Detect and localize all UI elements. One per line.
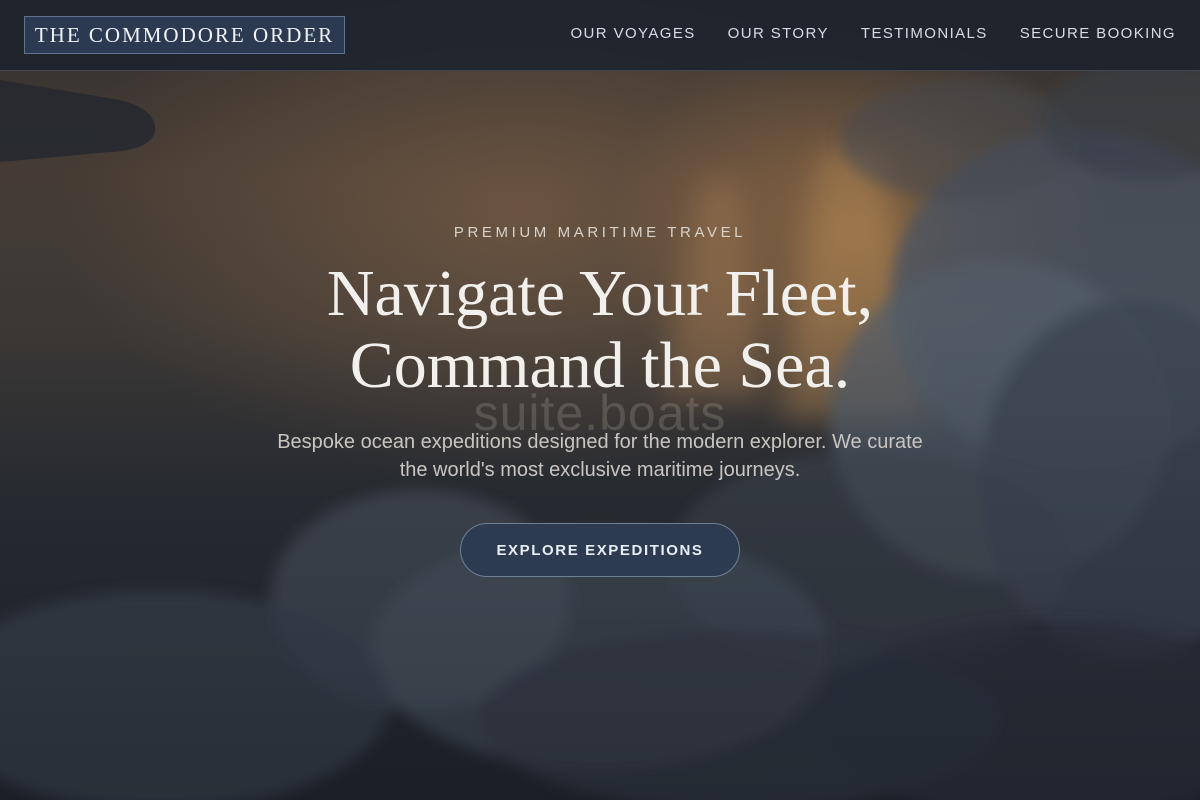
hero-section: PREMIUM MARITIME TRAVEL Navigate Your Fl… (0, 0, 1200, 800)
explore-expeditions-button[interactable]: EXPLORE EXPEDITIONS (460, 523, 740, 577)
hero-subtext: Bespoke ocean expeditions designed for t… (277, 431, 923, 481)
headline-line-1: Navigate Your Fleet, (326, 257, 874, 330)
hero-eyebrow: PREMIUM MARITIME TRAVEL (453, 224, 747, 241)
hero-headline: Navigate Your Fleet, Command the Sea. (0, 258, 1200, 402)
